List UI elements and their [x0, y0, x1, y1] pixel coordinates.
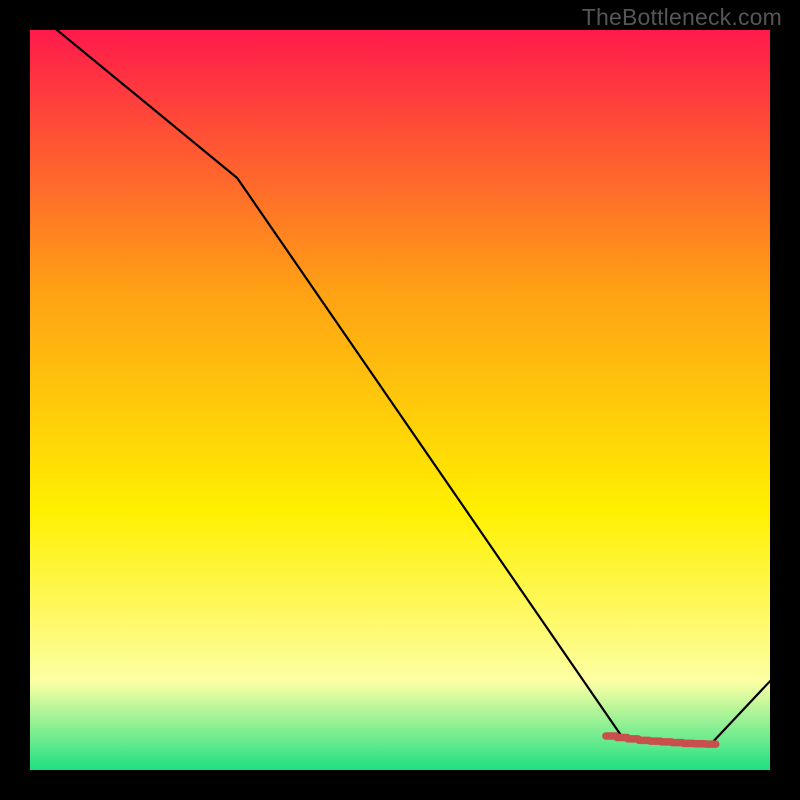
chart-frame: TheBottleneck.com: [0, 0, 800, 800]
source-attribution: TheBottleneck.com: [582, 4, 782, 31]
chart-plot-area: [30, 30, 770, 770]
chart-background-gradient: [30, 30, 770, 770]
chart-svg: [30, 30, 770, 770]
